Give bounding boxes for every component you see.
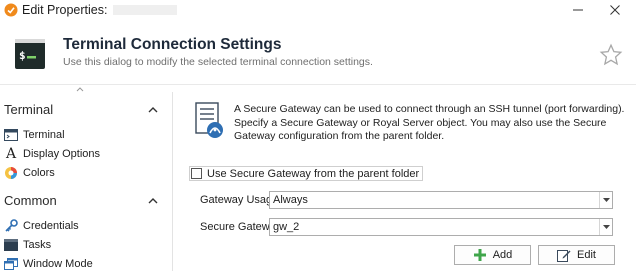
- dialog-header: $ Terminal Connection Settings Use this …: [0, 22, 636, 84]
- terminal-icon: [4, 128, 18, 142]
- chevron-up-icon[interactable]: [147, 196, 159, 206]
- window-title-object-name: [113, 5, 177, 15]
- dropdown-button[interactable]: [599, 192, 612, 208]
- minimize-button[interactable]: [563, 0, 593, 20]
- checkbox-label: Use Secure Gateway from the parent folde…: [207, 167, 420, 180]
- use-parent-gateway-checkbox[interactable]: Use Secure Gateway from the parent folde…: [189, 166, 424, 181]
- page-subtitle: Use this dialog to modify the selected t…: [63, 56, 373, 68]
- chevron-down-icon: [602, 225, 610, 229]
- window-mode-icon: [4, 257, 18, 271]
- dropdown-button[interactable]: [599, 219, 612, 235]
- checkbox-box[interactable]: [191, 168, 202, 179]
- app-logo-icon: [4, 3, 18, 17]
- font-icon: A: [5, 145, 17, 162]
- title-bar: Edit Properties:: [0, 0, 636, 21]
- sidebar-item-terminal[interactable]: Terminal: [4, 126, 65, 143]
- edit-button[interactable]: Edit: [538, 245, 615, 265]
- sidebar-item-label: Display Options: [23, 147, 101, 160]
- close-icon: [610, 5, 620, 15]
- minimize-icon: [573, 9, 583, 11]
- key-icon: [4, 218, 18, 233]
- sidebar-section-common[interactable]: Common: [4, 193, 57, 208]
- add-button-label: Add: [492, 249, 513, 261]
- sidebar-item-label: Tasks: [23, 238, 52, 251]
- sidebar-divider: [172, 92, 173, 271]
- gateway-usage-select[interactable]: Always: [269, 191, 613, 209]
- secure-gateway-value: gw_2: [273, 221, 300, 233]
- sidebar-item-window-mode[interactable]: Window Mode: [4, 255, 93, 271]
- sidebar-item-label: Window Mode: [23, 257, 93, 270]
- sidebar-item-tasks[interactable]: Tasks: [4, 236, 51, 253]
- close-button[interactable]: [600, 0, 630, 20]
- colors-icon: [4, 166, 18, 180]
- sidebar-item-colors[interactable]: Colors: [4, 164, 55, 181]
- info-description: A Secure Gateway can be used to connect …: [234, 103, 625, 142]
- add-button[interactable]: Add: [454, 245, 531, 265]
- edit-button-label: Edit: [577, 249, 596, 261]
- chevron-up-icon[interactable]: [147, 105, 159, 115]
- secure-gateway-icon: [195, 102, 223, 138]
- window-title: Edit Properties:: [22, 3, 108, 17]
- sidebar-item-label: Colors: [23, 166, 55, 179]
- gateway-usage-value: Always: [273, 194, 308, 206]
- sidebar-item-credentials[interactable]: Credentials: [4, 217, 79, 234]
- edit-icon: [557, 248, 571, 262]
- sidebar-item-label: Terminal: [23, 128, 65, 141]
- page-title: Terminal Connection Settings: [63, 36, 282, 53]
- plus-icon: [473, 248, 487, 262]
- sidebar-item-display-options[interactable]: A Display Options: [4, 145, 100, 162]
- terminal-header-icon: $: [15, 39, 45, 69]
- sidebar: Terminal Terminal A Display Options Colo…: [0, 92, 172, 271]
- header-divider: [0, 84, 636, 85]
- chevron-down-icon: [602, 198, 610, 202]
- secure-gateway-select[interactable]: gw_2: [269, 218, 613, 236]
- tasks-icon: [4, 238, 18, 252]
- favorite-star-icon[interactable]: [599, 43, 623, 67]
- sidebar-section-terminal[interactable]: Terminal: [4, 102, 53, 117]
- svg-text:$: $: [19, 49, 26, 62]
- sidebar-item-label: Credentials: [23, 219, 79, 232]
